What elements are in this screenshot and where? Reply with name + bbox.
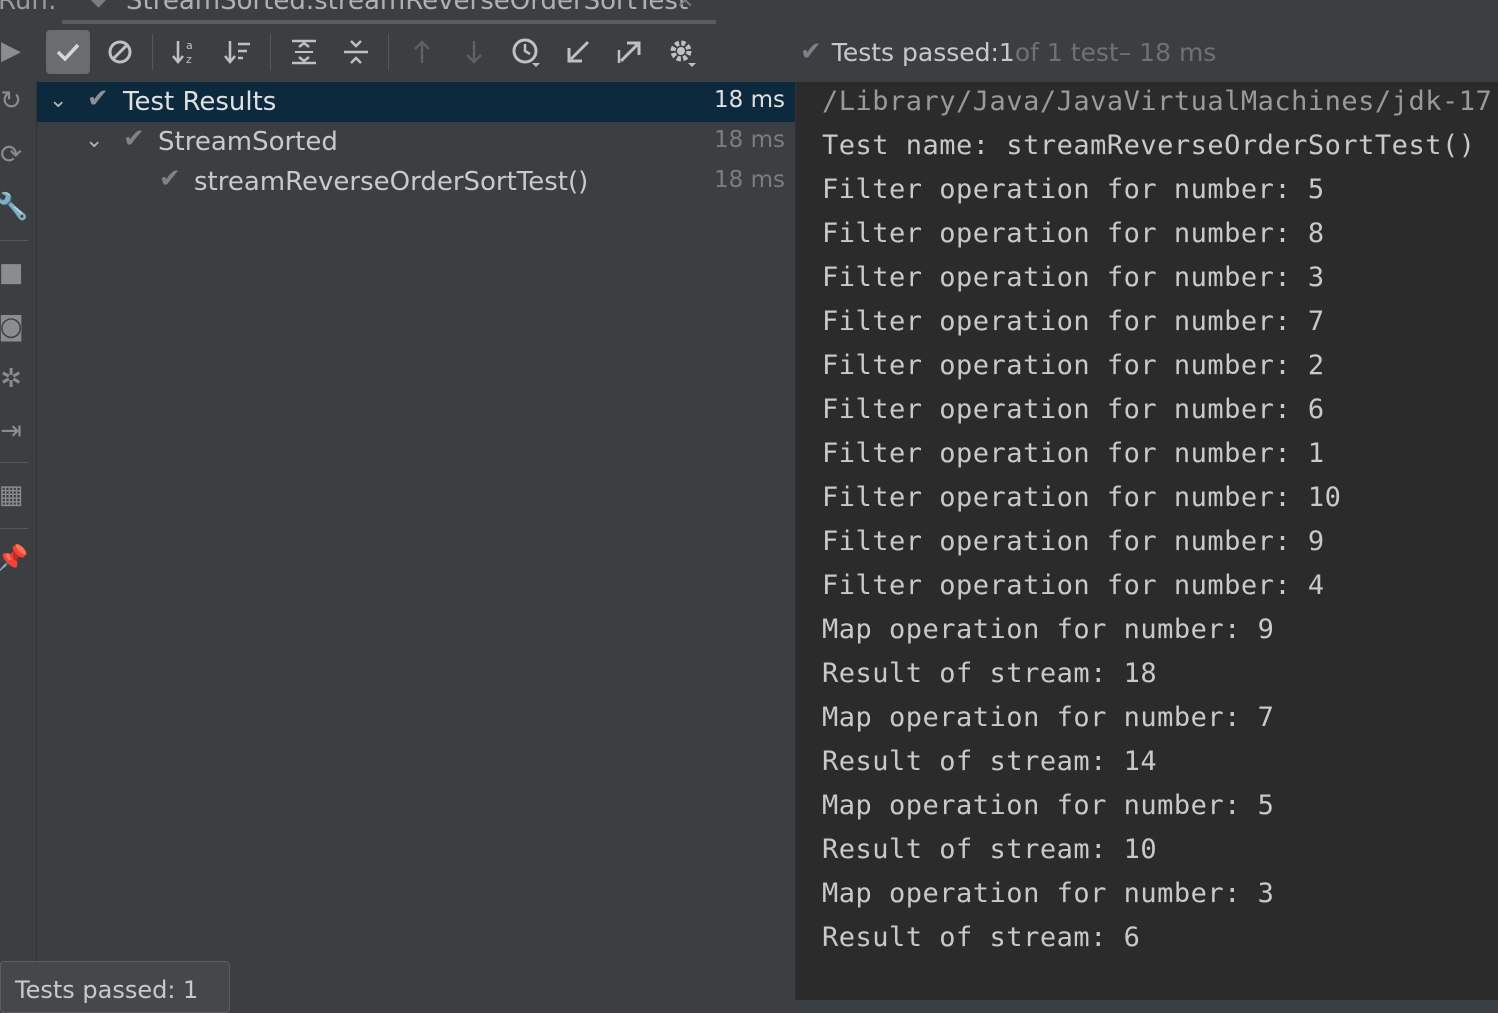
sort-by-duration-button[interactable] (216, 30, 260, 74)
sort-alphabetically-button[interactable]: az (164, 30, 208, 74)
status-total: of 1 test (1014, 37, 1119, 67)
console-line: Filter operation for number: 5 (822, 174, 1325, 205)
toolbar-separator (152, 34, 153, 70)
toggle-auto-test-icon[interactable]: ⟳ (0, 140, 26, 170)
console-line: Filter operation for number: 9 (822, 526, 1325, 557)
tests-status: ✔ Tests passed: 1 of 1 test – 18 ms (800, 30, 1216, 74)
wrench-icon[interactable]: 🔧 (0, 192, 28, 222)
console-line: Result of stream: 14 (822, 746, 1158, 777)
check-icon (56, 43, 80, 62)
show-passed-button[interactable] (46, 30, 90, 74)
svg-text:a: a (186, 39, 193, 52)
tree-row-label: StreamSorted (158, 127, 338, 157)
sort-duration-icon (224, 41, 250, 64)
arrow-down-icon (466, 41, 482, 64)
toolbar-separator (388, 34, 389, 70)
run-tab-title: StreamSorted.streamReverseOrderSortTest (126, 0, 689, 16)
chevron-down-icon[interactable]: ⌄ (49, 88, 67, 113)
toolstrip-separator (0, 240, 28, 241)
passed-check-icon: ✔ (123, 124, 145, 154)
console-output[interactable]: /Library/Java/JavaVirtualMachines/jdk-17… (796, 82, 1498, 1000)
tree-row-time: 18 ms (714, 127, 785, 153)
export-icon (617, 41, 641, 63)
tree-row-test-method[interactable]: ✔ streamReverseOrderSortTest() 18 ms (37, 162, 795, 202)
console-line: Filter operation for number: 7 (822, 306, 1325, 337)
expand-all-button[interactable] (282, 30, 326, 74)
toolbar-separator (270, 34, 271, 70)
passed-check-icon: ✔ (87, 84, 109, 114)
import-tests-button[interactable] (556, 30, 600, 74)
status-passed-count: 1 (998, 37, 1015, 67)
run-label: Run: (0, 0, 57, 16)
left-toolstrip: ▶ ↻ ⟳ 🔧 ■ ◙ ✲ ⇥ ▦ 📌 (0, 24, 37, 1000)
arrow-up-icon (414, 40, 430, 63)
console-line: Filter operation for number: 6 (822, 394, 1325, 425)
collapse-all-icon (344, 40, 368, 64)
run-tab[interactable]: ◆ StreamSorted.streamReverseOrderSortTes… (62, 0, 716, 24)
import-icon (567, 40, 590, 63)
tree-row-class[interactable]: ⌄ ✔ StreamSorted 18 ms (37, 122, 795, 162)
exit-icon[interactable]: ⇥ (0, 416, 26, 446)
status-check-icon: ✔ (800, 37, 822, 67)
show-ignored-button[interactable] (98, 30, 142, 74)
tree-row-test-results[interactable]: ⌄ ✔ Test Results 18 ms (37, 82, 795, 122)
chevron-down-icon[interactable]: ⌄ (85, 128, 103, 153)
rerun-icon[interactable]: ▶ (0, 36, 26, 66)
expand-all-icon (292, 39, 316, 65)
console-line: Test name: streamReverseOrderSortTest() (822, 130, 1476, 161)
close-tab-icon[interactable]: × (676, 0, 694, 13)
console-line: Filter operation for number: 4 (822, 570, 1325, 601)
rerun-failed-icon[interactable]: ↻ (0, 86, 26, 116)
console-line: Filter operation for number: 10 (822, 482, 1342, 513)
toolstrip-separator (0, 528, 28, 529)
stop-icon[interactable]: ■ (0, 258, 26, 288)
console-line: Result of stream: 10 (822, 834, 1158, 865)
status-duration: – 18 ms (1118, 37, 1217, 67)
next-failed-button[interactable] (452, 30, 496, 74)
camera-icon[interactable]: ◙ (0, 312, 26, 342)
previous-failed-button[interactable] (400, 30, 444, 74)
console-line: /Library/Java/JavaVirtualMachines/jdk-17 (822, 86, 1493, 117)
console-line: Filter operation for number: 2 (822, 350, 1325, 381)
tree-row-time: 18 ms (714, 87, 785, 113)
sort-alpha-icon: az (172, 39, 193, 66)
toolstrip-separator (0, 462, 28, 463)
console-line: Map operation for number: 5 (822, 790, 1275, 821)
status-label: Tests passed: (831, 37, 999, 67)
export-results-button[interactable] (608, 30, 652, 74)
test-tree: ⌄ ✔ Test Results 18 ms ⌄ ✔ StreamSorted … (37, 82, 795, 1000)
console-line: Filter operation for number: 3 (822, 262, 1325, 293)
test-toolbar: az (36, 24, 796, 82)
tree-row-label: Test Results (123, 87, 277, 117)
passed-check-icon: ✔ (159, 164, 181, 194)
console-line: Filter operation for number: 1 (822, 438, 1325, 469)
run-config-icon: ◆ (90, 0, 107, 11)
test-history-button[interactable] (504, 30, 548, 74)
console-line: Map operation for number: 9 (822, 614, 1275, 645)
layout-icon[interactable]: ▦ (0, 480, 26, 510)
gear-icon (670, 40, 696, 67)
console-line: Result of stream: 18 (822, 658, 1158, 689)
run-bar: Run: ◆ StreamSorted.streamReverseOrderSo… (0, 0, 1498, 24)
console-line: Result of stream: 6 (822, 922, 1141, 953)
tree-row-time: 18 ms (714, 167, 785, 193)
svg-text:z: z (186, 53, 192, 66)
settings-button[interactable] (660, 30, 704, 74)
tests-passed-tooltip: Tests passed: 1 (0, 961, 230, 1013)
tree-row-label: streamReverseOrderSortTest() (194, 167, 589, 197)
console-line: Map operation for number: 7 (822, 702, 1275, 733)
console-line: Map operation for number: 3 (822, 878, 1275, 909)
debug-icon[interactable]: ✲ (0, 364, 26, 394)
console-line: Filter operation for number: 8 (822, 218, 1325, 249)
collapse-all-button[interactable] (334, 30, 378, 74)
ignored-icon (108, 40, 132, 64)
history-icon (512, 38, 540, 67)
pin-icon[interactable]: 📌 (0, 544, 28, 574)
